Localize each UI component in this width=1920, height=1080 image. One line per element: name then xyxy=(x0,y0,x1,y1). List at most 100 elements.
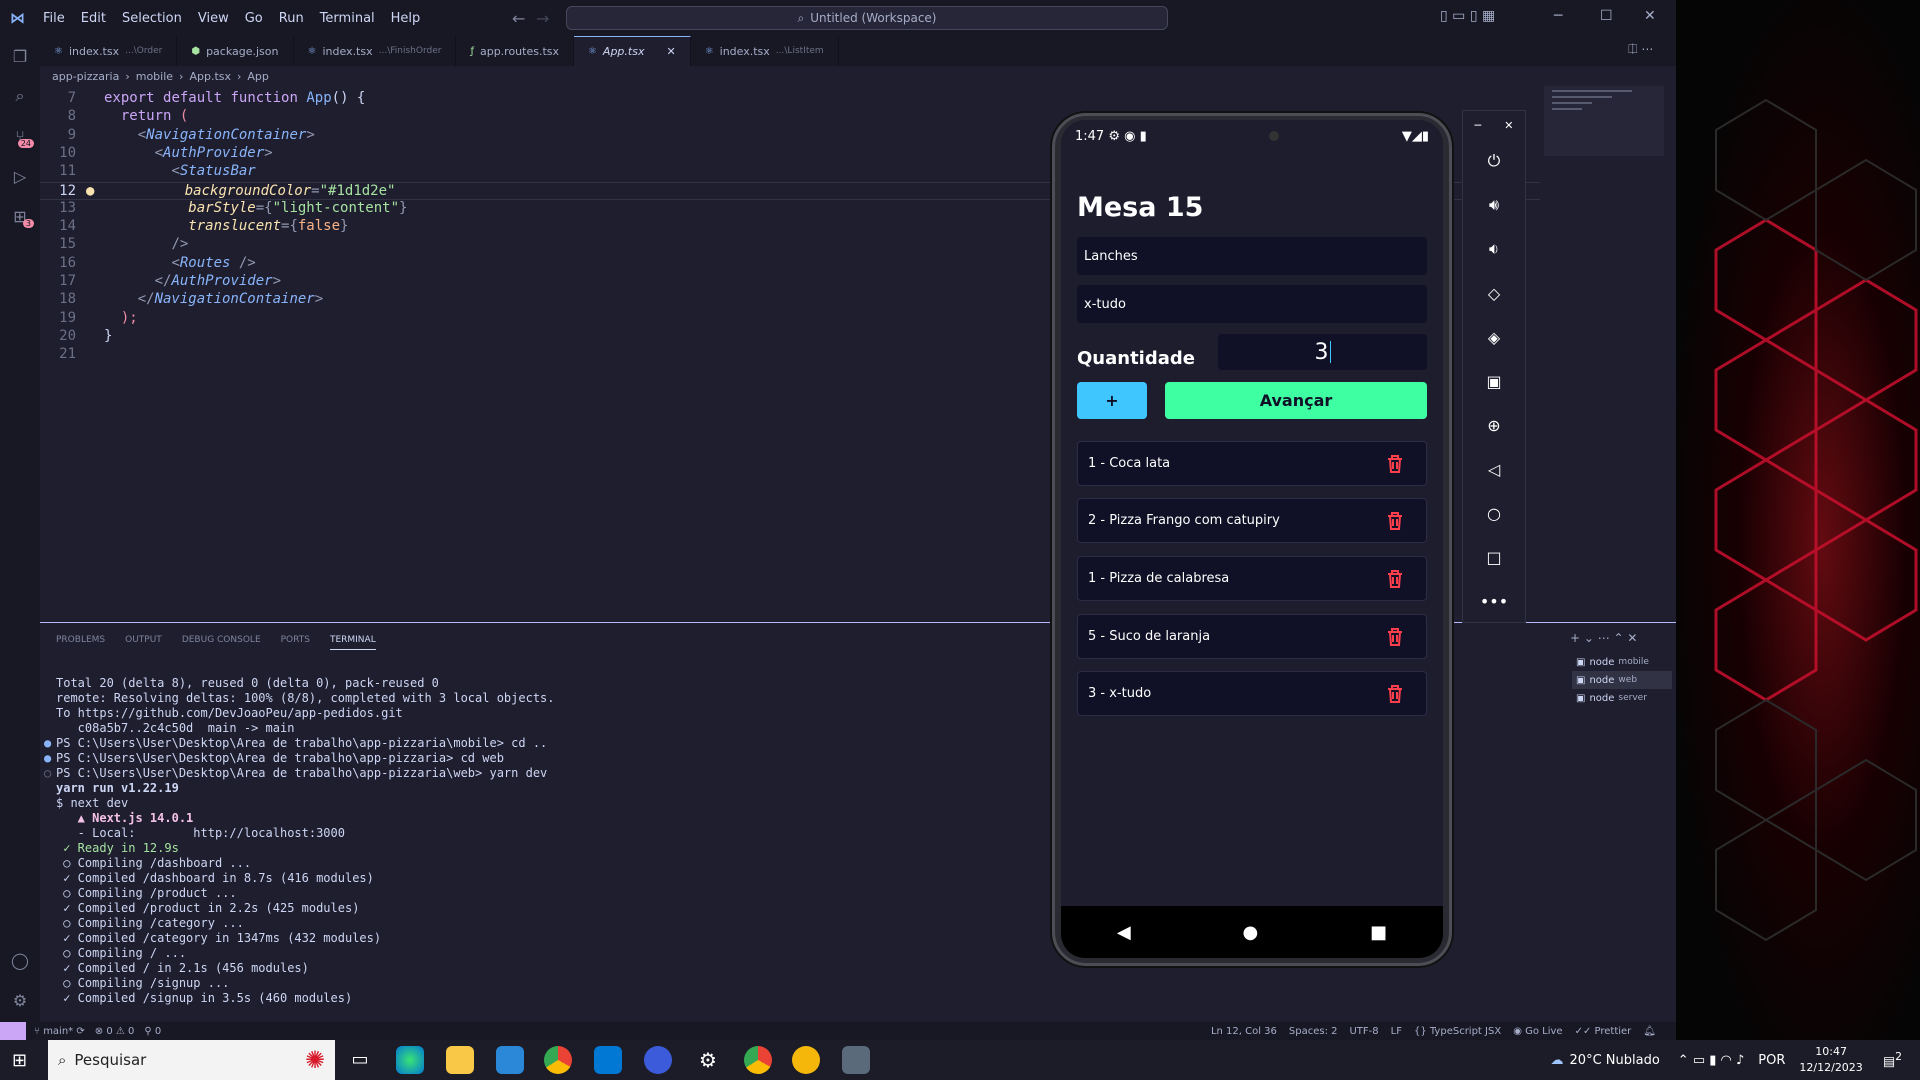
terminal-output[interactable]: Total 20 (delta 8), reused 0 (delta 0), … xyxy=(44,661,555,1036)
account-icon[interactable]: ◯ xyxy=(0,940,40,980)
branch-indicator[interactable]: ⑂ main* ⟳ xyxy=(34,1026,85,1037)
menu-view[interactable]: View xyxy=(190,11,237,26)
breadcrumb-file[interactable]: App.tsx xyxy=(189,70,231,83)
extensions-icon[interactable]: ⊞ 3 xyxy=(0,196,40,236)
forward-arrow-icon[interactable]: → xyxy=(536,9,549,28)
tab-terminal[interactable]: TERMINAL xyxy=(329,635,376,650)
windows-start-icon[interactable]: ⊞ xyxy=(12,1050,27,1071)
clock[interactable]: 10:47 12/12/2023 xyxy=(1799,1044,1862,1076)
tab-ports[interactable]: PORTS xyxy=(281,635,310,650)
weather-text[interactable]: 20°C Nublado xyxy=(1570,1053,1660,1068)
advance-button[interactable]: Avançar xyxy=(1165,382,1427,419)
explorer-icon[interactable]: ❐ xyxy=(0,36,40,76)
trash-icon[interactable] xyxy=(1386,569,1404,589)
zoom-icon[interactable]: ⊕ xyxy=(1463,403,1525,447)
minimize-button[interactable]: ─ xyxy=(1554,8,1562,24)
run-debug-icon[interactable]: ▷ xyxy=(0,156,40,196)
ports-indicator[interactable]: ⚲ 0 xyxy=(144,1026,161,1037)
menu-file[interactable]: File xyxy=(35,11,73,26)
breadcrumb-root[interactable]: app-pizzaria xyxy=(52,70,119,83)
command-center[interactable]: ⌕ Untitled (Workspace) xyxy=(566,6,1168,30)
tab-debug-console[interactable]: DEBUG CONSOLE xyxy=(182,635,261,650)
taskbar-search[interactable]: ⌕ Pesquisar ✺ xyxy=(48,1040,335,1080)
remote-indicator[interactable] xyxy=(0,1022,26,1040)
menu-go[interactable]: Go xyxy=(237,11,271,26)
bing-icon[interactable] xyxy=(792,1046,820,1074)
camera-icon[interactable]: ▣ xyxy=(1463,359,1525,403)
lightbulb-icon[interactable]: ● xyxy=(86,183,94,199)
nav-back-icon[interactable]: ◀ xyxy=(1117,922,1131,943)
problems-indicator[interactable]: ⊗ 0 ⚠ 0 xyxy=(95,1026,135,1037)
tab-index-finishorder[interactable]: ⚛ index.tsx ...\FinishOrder xyxy=(294,36,457,66)
quantity-input[interactable]: 3 xyxy=(1218,334,1427,370)
category-select[interactable]: Lanches xyxy=(1077,237,1427,275)
home-icon[interactable]: ○ xyxy=(1463,491,1525,535)
cursor-position[interactable]: Ln 12, Col 36 xyxy=(1211,1026,1277,1037)
menu-help[interactable]: Help xyxy=(383,11,429,26)
back-icon[interactable]: ◁ xyxy=(1463,447,1525,491)
layout-icons[interactable]: ▯ ▭ ▯ ▦ xyxy=(1440,8,1495,24)
emulator-minimize-icon[interactable]: ─ xyxy=(1475,119,1482,132)
search-sidebar-icon[interactable]: ⌕ xyxy=(0,76,40,116)
tab-index-order[interactable]: ⚛ index.tsx ...\Order xyxy=(40,36,178,66)
line-ending[interactable]: LF xyxy=(1391,1026,1402,1037)
nav-home-icon[interactable]: ● xyxy=(1243,922,1259,943)
notification-icon[interactable]: ▤2 xyxy=(1883,1050,1902,1069)
language-indicator[interactable]: POR xyxy=(1758,1053,1785,1068)
trash-icon[interactable] xyxy=(1386,511,1404,531)
split-editor-icon[interactable]: ⎅ ⋯ xyxy=(1628,42,1653,57)
maximize-button[interactable]: ☐ xyxy=(1600,8,1613,24)
prettier-status[interactable]: ✓✓ Prettier xyxy=(1575,1026,1632,1037)
tray-icons[interactable]: ⌃ ▭ ▮ ◠ ♪ xyxy=(1678,1053,1745,1068)
overview-icon[interactable]: □ xyxy=(1463,535,1525,579)
terminal-item-web[interactable]: ▣ node web xyxy=(1572,671,1672,689)
settings-gear-icon[interactable]: ⚙ xyxy=(0,980,40,1020)
panel-actions[interactable]: + ⌄ ⋯ ⌃ ✕ xyxy=(1570,631,1637,645)
indentation[interactable]: Spaces: 2 xyxy=(1289,1026,1338,1037)
volume-down-icon[interactable]: 🔉︎ xyxy=(1463,227,1525,271)
go-live-button[interactable]: ◉ Go Live xyxy=(1513,1026,1562,1037)
encoding[interactable]: UTF-8 xyxy=(1349,1026,1378,1037)
settings-icon[interactable]: ⚙ xyxy=(694,1046,722,1074)
android-studio-icon[interactable] xyxy=(644,1046,672,1074)
tab-app-tsx[interactable]: ⚛ App.tsx ✕ xyxy=(574,36,691,66)
more-icon[interactable]: ••• xyxy=(1463,579,1525,623)
emulator-close-icon[interactable]: ✕ xyxy=(1504,119,1513,132)
emulator-taskbar-icon[interactable] xyxy=(842,1046,870,1074)
source-control-icon[interactable]: ⑂ 24 xyxy=(0,116,40,156)
chrome-icon[interactable] xyxy=(544,1046,572,1074)
trash-icon[interactable] xyxy=(1386,684,1404,704)
terminal-item-mobile[interactable]: ▣ node mobile xyxy=(1572,653,1672,671)
terminal-item-server[interactable]: ▣ node server xyxy=(1572,689,1672,707)
bell-icon[interactable]: 🔔︎ xyxy=(1643,1026,1656,1037)
edge-icon[interactable] xyxy=(396,1046,424,1074)
product-select[interactable]: x-tudo xyxy=(1077,285,1427,323)
store-icon[interactable] xyxy=(496,1046,524,1074)
power-icon[interactable]: ⏻ xyxy=(1463,139,1525,183)
trash-icon[interactable] xyxy=(1386,454,1404,474)
weather-icon[interactable]: ☁ xyxy=(1551,1053,1564,1068)
tab-problems[interactable]: PROBLEMS xyxy=(56,635,105,650)
minimap[interactable] xyxy=(1544,86,1664,156)
rotate-right-icon[interactable]: ◈ xyxy=(1463,315,1525,359)
chrome-profile-icon[interactable] xyxy=(744,1046,772,1074)
tab-app-routes[interactable]: ƒ app.routes.tsx xyxy=(456,36,575,66)
rotate-left-icon[interactable]: ◇ xyxy=(1463,271,1525,315)
trash-icon[interactable] xyxy=(1386,627,1404,647)
volume-up-icon[interactable]: 🔊︎ xyxy=(1463,183,1525,227)
add-item-button[interactable]: + xyxy=(1077,382,1147,419)
breadcrumb-symbol[interactable]: App xyxy=(247,70,269,83)
menu-edit[interactable]: Edit xyxy=(73,11,114,26)
language-mode[interactable]: {} TypeScript JSX xyxy=(1414,1026,1501,1037)
breadcrumb-folder[interactable]: mobile xyxy=(136,70,173,83)
tab-index-listitem[interactable]: ⚛ index.tsx ...\ListItem xyxy=(691,36,839,66)
menu-run[interactable]: Run xyxy=(271,11,312,26)
menu-terminal[interactable]: Terminal xyxy=(312,11,383,26)
close-window-button[interactable]: ✕ xyxy=(1644,8,1656,24)
task-view-icon[interactable]: ▭ xyxy=(346,1046,374,1074)
vscode-taskbar-icon[interactable] xyxy=(594,1046,622,1074)
close-tab-icon[interactable]: ✕ xyxy=(666,45,675,58)
nav-recents-icon[interactable]: ■ xyxy=(1370,922,1387,943)
back-arrow-icon[interactable]: ← xyxy=(512,9,525,28)
tab-output[interactable]: OUTPUT xyxy=(125,635,162,650)
